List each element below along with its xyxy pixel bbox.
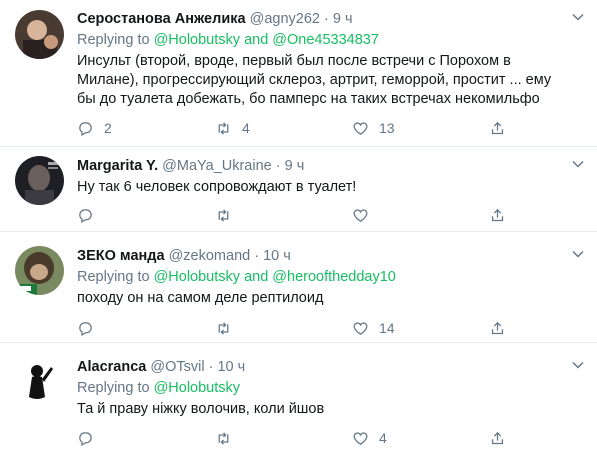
like-icon xyxy=(353,121,368,135)
tweet-text-line: Та й праву ніжку волочив, коли йшов xyxy=(77,401,325,417)
separator: · xyxy=(208,359,214,375)
tweet-text-line: Милане), прогрессирующий склероз, артрит… xyxy=(77,72,552,88)
reply-count: 2 xyxy=(104,120,112,136)
tweet-text: Инсульт (второй, вроде, первый был после… xyxy=(77,52,567,109)
tweet-header: Margarita Y. @MaYa_Ukraine · 9 ч xyxy=(77,156,567,176)
author-name[interactable]: Margarita Y. xyxy=(77,158,158,174)
tweet-text-line: Ну так 6 человек сопровождают в туалет! xyxy=(77,179,357,195)
separator: · xyxy=(254,248,260,264)
separator: · xyxy=(275,158,281,174)
tweet-header: Alacranca @OTsvil · 10 ч xyxy=(77,357,567,377)
tweet[interactable]: ЗЕКО манда @zekomand · 10 ч Replying to … xyxy=(0,232,597,343)
tweet-actions xyxy=(77,205,517,225)
like-count: 14 xyxy=(379,320,395,336)
retweet-icon xyxy=(218,321,229,335)
separator: · xyxy=(323,11,329,27)
like-count: 13 xyxy=(379,120,395,136)
like-button[interactable]: 4 xyxy=(352,428,387,448)
and-text[interactable]: and xyxy=(244,269,268,285)
retweet-button[interactable] xyxy=(215,318,242,338)
timestamp[interactable]: 9 ч xyxy=(333,11,353,27)
tweet-header: ЗЕКО манда @zekomand · 10 ч xyxy=(77,246,567,266)
reply-icon xyxy=(79,321,92,336)
reply-button[interactable]: 2 xyxy=(77,118,112,138)
author-handle[interactable]: @zekomand xyxy=(169,248,251,264)
and-text[interactable]: and xyxy=(244,32,268,48)
like-button[interactable] xyxy=(352,205,379,225)
share-button[interactable] xyxy=(489,118,506,138)
chevron-down-icon[interactable] xyxy=(571,157,585,171)
like-icon xyxy=(353,431,368,445)
tweet-text-line: походу он на самом деле рептилоид xyxy=(77,290,324,306)
avatar[interactable] xyxy=(15,10,64,59)
like-button[interactable]: 13 xyxy=(352,118,395,138)
tweet-actions: 2 4 13 xyxy=(77,118,517,138)
author-handle[interactable]: @OTsvil xyxy=(150,359,204,375)
reply-icon xyxy=(79,208,92,223)
replying-to-label: Replying to xyxy=(77,380,150,396)
retweet-count: 4 xyxy=(242,120,250,136)
tweet[interactable]: Margarita Y. @MaYa_Ukraine · 9 ч Ну так … xyxy=(0,147,597,232)
share-icon xyxy=(491,121,504,134)
avatar[interactable] xyxy=(15,246,64,295)
tweet-text: Ну так 6 человек сопровождают в туалет! xyxy=(77,178,567,197)
reply-icon xyxy=(79,121,92,136)
share-button[interactable] xyxy=(489,428,506,448)
like-button[interactable]: 14 xyxy=(352,318,395,338)
tweet-text-line: Инсульт (второй, вроде, первый был после… xyxy=(77,53,511,69)
retweet-button[interactable] xyxy=(215,205,242,225)
author-name[interactable]: Серостанова Анжелика xyxy=(77,11,246,27)
tweet-text: Та й праву ніжку волочив, коли йшов xyxy=(77,400,567,419)
author-name[interactable]: ЗЕКО манда xyxy=(77,248,165,264)
author-name[interactable]: Alacranca xyxy=(77,359,146,375)
reply-icon xyxy=(79,431,92,446)
mention-link[interactable]: @One45334837 xyxy=(272,32,379,48)
tweet[interactable]: Alacranca @OTsvil · 10 ч Replying to @Ho… xyxy=(0,343,597,452)
author-handle[interactable]: @agny262 xyxy=(250,11,320,27)
retweet-icon xyxy=(218,121,229,135)
replying-to: Replying to @Holobutsky and @One45334837 xyxy=(77,30,567,50)
timestamp[interactable]: 10 ч xyxy=(263,248,291,264)
retweet-button[interactable]: 4 xyxy=(215,118,250,138)
replying-to-label: Replying to xyxy=(77,32,150,48)
like-icon xyxy=(353,321,368,335)
replying-to-label: Replying to xyxy=(77,269,150,285)
share-button[interactable] xyxy=(489,205,506,225)
share-icon xyxy=(491,431,504,444)
reply-button[interactable] xyxy=(77,205,104,225)
retweet-button[interactable] xyxy=(215,428,242,448)
tweet-header: Серостанова Анжелика @agny262 · 9 ч xyxy=(77,9,567,29)
mention-link[interactable]: @Holobutsky xyxy=(154,269,240,285)
reply-button[interactable] xyxy=(77,428,104,448)
retweet-icon xyxy=(218,431,229,445)
share-icon xyxy=(491,208,504,221)
mention-link[interactable]: @heroofthedday10 xyxy=(272,269,396,285)
share-button[interactable] xyxy=(489,318,506,338)
mention-link[interactable]: @Holobutsky xyxy=(154,32,240,48)
chevron-down-icon[interactable] xyxy=(571,10,585,24)
mention-link[interactable]: @Holobutsky xyxy=(154,380,240,396)
reply-button[interactable] xyxy=(77,318,104,338)
author-handle[interactable]: @MaYa_Ukraine xyxy=(162,158,272,174)
avatar[interactable] xyxy=(15,357,64,406)
chevron-down-icon[interactable] xyxy=(571,247,585,261)
like-count: 4 xyxy=(379,430,387,446)
tweet-text: походу он на самом деле рептилоид xyxy=(77,289,567,308)
replying-to: Replying to @Holobutsky and @heroofthedd… xyxy=(77,267,567,287)
timestamp[interactable]: 9 ч xyxy=(285,158,305,174)
tweet[interactable]: Серостанова Анжелика @agny262 · 9 ч Repl… xyxy=(0,0,597,147)
chevron-down-icon[interactable] xyxy=(571,358,585,372)
retweet-icon xyxy=(218,208,229,222)
like-icon xyxy=(353,208,368,222)
tweet-actions: 14 xyxy=(77,318,517,338)
tweet-text-line: бы до туалета добежать, бо памперс на та… xyxy=(77,91,540,107)
share-icon xyxy=(491,321,504,334)
replying-to: Replying to @Holobutsky xyxy=(77,378,567,398)
avatar[interactable] xyxy=(15,156,64,205)
tweet-actions: 4 xyxy=(77,428,517,448)
timestamp[interactable]: 10 ч xyxy=(217,359,245,375)
